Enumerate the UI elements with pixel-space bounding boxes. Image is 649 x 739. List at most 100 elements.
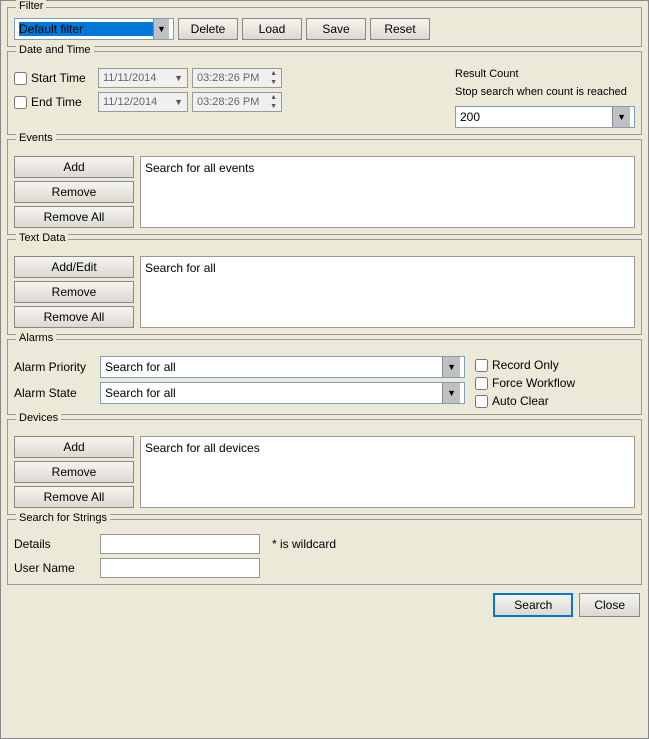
- reset-button[interactable]: Reset: [370, 18, 430, 40]
- record-only-checkbox[interactable]: [475, 359, 488, 372]
- text-data-display-text: Search for all: [145, 261, 216, 275]
- start-time-row: Start Time 11/11/2014 ▼ 03:28:26 PM ▲ ▼: [14, 68, 445, 88]
- record-only-row[interactable]: Record Only: [475, 358, 635, 372]
- strings-body: Details * is wildcard User Name: [14, 534, 635, 578]
- alarms-right: Record Only Force Workflow Auto Clear: [475, 358, 635, 408]
- events-remove-all-button[interactable]: Remove All: [14, 206, 134, 228]
- username-input[interactable]: [100, 558, 260, 578]
- auto-clear-label: Auto Clear: [492, 394, 549, 408]
- result-count-desc: Stop search when count is reached: [455, 86, 635, 98]
- alarms-left: Alarm Priority Search for all ▼ Alarm St…: [14, 356, 465, 404]
- text-data-body: Add/Edit Remove Remove All Search for al…: [14, 256, 635, 328]
- end-time-checkbox[interactable]: [14, 96, 27, 109]
- events-buttons: Add Remove Remove All: [14, 156, 134, 228]
- wildcard-note: * is wildcard: [272, 537, 336, 551]
- end-time-row: End Time 11/12/2014 ▼ 03:28:26 PM ▲ ▼: [14, 92, 445, 112]
- filter-dropdown[interactable]: Default filter ▼: [14, 18, 174, 40]
- details-input[interactable]: [100, 534, 260, 554]
- alarms-body: Alarm Priority Search for all ▼ Alarm St…: [14, 356, 635, 408]
- alarm-priority-value: Search for all: [105, 360, 176, 374]
- delete-button[interactable]: Delete: [178, 18, 238, 40]
- username-row: User Name: [14, 558, 635, 578]
- start-date-value: 11/11/2014: [103, 72, 156, 84]
- force-workflow-row[interactable]: Force Workflow: [475, 376, 635, 390]
- strings-label: Search for Strings: [16, 512, 110, 524]
- text-data-label: Text Data: [16, 232, 68, 244]
- events-section: Events Add Remove Remove All Search for …: [7, 139, 642, 235]
- force-workflow-checkbox[interactable]: [475, 377, 488, 390]
- alarms-label: Alarms: [16, 332, 56, 344]
- devices-section: Devices Add Remove Remove All Search for…: [7, 419, 642, 515]
- end-time-label: End Time: [31, 95, 82, 109]
- footer: Search Close: [7, 589, 642, 619]
- load-button[interactable]: Load: [242, 18, 302, 40]
- end-time-arrows[interactable]: ▲ ▼: [270, 93, 277, 111]
- end-date-arrow[interactable]: ▼: [174, 97, 183, 107]
- events-display: Search for all events: [140, 156, 635, 228]
- filter-value: Default filter: [19, 22, 153, 36]
- end-time-checkbox-label[interactable]: End Time: [14, 95, 94, 109]
- end-time-value: 03:28:26 PM: [197, 96, 259, 108]
- alarms-section: Alarms Alarm Priority Search for all ▼ A…: [7, 339, 642, 415]
- events-display-text: Search for all events: [145, 161, 254, 175]
- close-button[interactable]: Close: [579, 593, 640, 617]
- start-date-input[interactable]: 11/11/2014 ▼: [98, 68, 188, 88]
- devices-buttons: Add Remove Remove All: [14, 436, 134, 508]
- result-count-select[interactable]: 200 ▼: [455, 106, 635, 128]
- text-data-buttons: Add/Edit Remove Remove All: [14, 256, 134, 328]
- text-data-remove-button[interactable]: Remove: [14, 281, 134, 303]
- result-count-value: 200: [460, 110, 480, 124]
- devices-remove-all-button[interactable]: Remove All: [14, 486, 134, 508]
- events-remove-button[interactable]: Remove: [14, 181, 134, 203]
- alarm-state-row: Alarm State Search for all ▼: [14, 382, 465, 404]
- events-label: Events: [16, 132, 56, 144]
- devices-label: Devices: [16, 412, 61, 424]
- text-data-section: Text Data Add/Edit Remove Remove All Sea…: [7, 239, 642, 335]
- devices-add-button[interactable]: Add: [14, 436, 134, 458]
- details-label: Details: [14, 537, 94, 551]
- end-date-input[interactable]: 11/12/2014 ▼: [98, 92, 188, 112]
- datetime-label: Date and Time: [16, 44, 94, 56]
- start-time-input[interactable]: 03:28:26 PM ▲ ▼: [192, 68, 282, 88]
- alarm-state-label: Alarm State: [14, 386, 94, 400]
- text-data-display: Search for all: [140, 256, 635, 328]
- devices-remove-button[interactable]: Remove: [14, 461, 134, 483]
- start-time-arrows[interactable]: ▲ ▼: [270, 69, 277, 87]
- result-count-area: Result Count Stop search when count is r…: [455, 68, 635, 128]
- alarm-state-arrow[interactable]: ▼: [442, 383, 460, 403]
- username-label: User Name: [14, 561, 94, 575]
- start-time-label: Start Time: [31, 71, 86, 85]
- auto-clear-row[interactable]: Auto Clear: [475, 394, 635, 408]
- devices-body: Add Remove Remove All Search for all dev…: [14, 436, 635, 508]
- alarm-priority-arrow[interactable]: ▼: [442, 357, 460, 377]
- start-time-checkbox-label[interactable]: Start Time: [14, 71, 94, 85]
- text-data-add-edit-button[interactable]: Add/Edit: [14, 256, 134, 278]
- end-time-input[interactable]: 03:28:26 PM ▲ ▼: [192, 92, 282, 112]
- alarm-state-select[interactable]: Search for all ▼: [100, 382, 465, 404]
- result-count-arrow[interactable]: ▼: [612, 107, 630, 127]
- filter-label: Filter: [16, 0, 46, 12]
- filter-row: Default filter ▼ Delete Load Save Reset: [14, 18, 635, 40]
- result-count-label: Result Count: [455, 68, 635, 80]
- auto-clear-checkbox[interactable]: [475, 395, 488, 408]
- devices-display: Search for all devices: [140, 436, 635, 508]
- details-row: Details * is wildcard: [14, 534, 635, 554]
- events-add-button[interactable]: Add: [14, 156, 134, 178]
- text-data-remove-all-button[interactable]: Remove All: [14, 306, 134, 328]
- alarm-priority-select[interactable]: Search for all ▼: [100, 356, 465, 378]
- save-button[interactable]: Save: [306, 18, 366, 40]
- main-dialog: Filter Default filter ▼ Delete Load Save…: [0, 0, 649, 739]
- alarm-priority-row: Alarm Priority Search for all ▼: [14, 356, 465, 378]
- search-button[interactable]: Search: [493, 593, 573, 617]
- datetime-left: Start Time 11/11/2014 ▼ 03:28:26 PM ▲ ▼: [14, 68, 445, 128]
- force-workflow-label: Force Workflow: [492, 376, 575, 390]
- filter-dropdown-arrow[interactable]: ▼: [153, 19, 169, 39]
- start-date-arrow[interactable]: ▼: [174, 73, 183, 83]
- alarm-state-value: Search for all: [105, 386, 176, 400]
- events-body: Add Remove Remove All Search for all eve…: [14, 156, 635, 228]
- start-time-value: 03:28:26 PM: [197, 72, 259, 84]
- datetime-section: Date and Time Start Time 11/11/2014 ▼ 03…: [7, 51, 642, 135]
- record-only-label: Record Only: [492, 358, 559, 372]
- end-date-value: 11/12/2014: [103, 96, 157, 108]
- start-time-checkbox[interactable]: [14, 72, 27, 85]
